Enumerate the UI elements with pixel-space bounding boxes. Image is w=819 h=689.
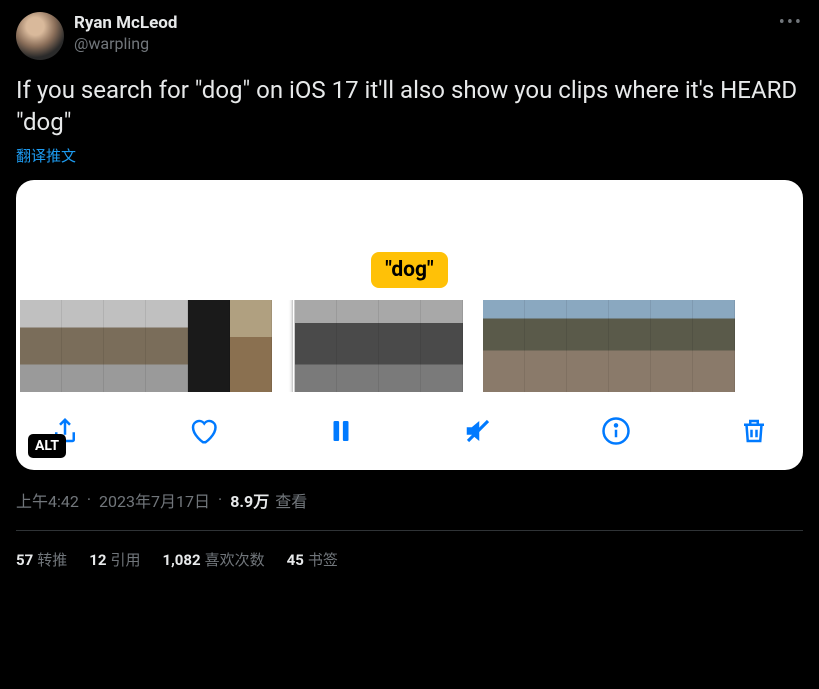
thumbnail-frame bbox=[20, 300, 62, 392]
stat-label: 书签 bbox=[308, 551, 338, 569]
stat-label: 引用 bbox=[110, 551, 140, 569]
video-timeline[interactable] bbox=[16, 300, 803, 392]
video-caption-area: "dog" bbox=[16, 180, 803, 300]
thumbnail-frame bbox=[230, 300, 272, 392]
thumbnail-frame bbox=[146, 300, 188, 392]
stat-count: 45 bbox=[287, 551, 304, 569]
tweet-card: Ryan McLeod @warpling ••• If you search … bbox=[0, 0, 819, 582]
alt-badge[interactable]: ALT bbox=[28, 434, 66, 458]
media-attachment[interactable]: "dog" bbox=[16, 180, 803, 470]
thumbnail-frame bbox=[525, 300, 567, 392]
tweet-time[interactable]: 上午4:42 bbox=[16, 488, 79, 512]
separator: · bbox=[87, 490, 91, 509]
more-icon[interactable]: ••• bbox=[779, 12, 803, 33]
tweet-meta: 上午4:42 · 2023年7月17日 · 8.9万 查看 bbox=[16, 488, 803, 531]
translate-link[interactable]: 翻译推文 bbox=[16, 145, 76, 166]
views-count[interactable]: 8.9万 bbox=[230, 488, 269, 512]
thumbnail-frame bbox=[379, 300, 421, 392]
caption-bubble: "dog" bbox=[371, 252, 447, 288]
clip-group-3[interactable] bbox=[483, 300, 735, 392]
thumbnail-frame bbox=[295, 300, 337, 392]
user-handle: @warpling bbox=[74, 34, 177, 55]
user-info[interactable]: Ryan McLeod @warpling bbox=[74, 12, 177, 55]
views-label: 查看 bbox=[275, 488, 307, 512]
info-icon[interactable] bbox=[599, 414, 633, 448]
tweet-date[interactable]: 2023年7月17日 bbox=[99, 488, 210, 512]
stat-label: 喜欢次数 bbox=[205, 551, 265, 569]
thumbnail-frame bbox=[609, 300, 651, 392]
trash-icon[interactable] bbox=[737, 414, 771, 448]
stat-retweets[interactable]: 57转推 bbox=[16, 549, 67, 570]
thumbnail-frame bbox=[188, 300, 230, 392]
thumbnail-frame bbox=[483, 300, 525, 392]
stat-likes[interactable]: 1,082 喜欢次数 bbox=[162, 549, 264, 570]
thumbnail-frame bbox=[62, 300, 104, 392]
pause-icon[interactable] bbox=[324, 414, 358, 448]
heart-icon[interactable] bbox=[186, 414, 220, 448]
avatar[interactable] bbox=[16, 12, 64, 60]
stat-label: 转推 bbox=[37, 551, 67, 569]
thumbnail-frame bbox=[567, 300, 609, 392]
separator: · bbox=[218, 490, 222, 509]
stat-count: 12 bbox=[89, 551, 106, 569]
stat-count: 1,082 bbox=[162, 551, 200, 569]
thumbnail-frame bbox=[651, 300, 693, 392]
clip-group-1[interactable] bbox=[20, 300, 272, 392]
tweet-text: If you search for "dog" on iOS 17 it'll … bbox=[16, 74, 803, 139]
clip-group-2[interactable] bbox=[292, 300, 463, 392]
stat-count: 57 bbox=[16, 551, 33, 569]
video-controls bbox=[16, 392, 803, 452]
thumbnail-frame bbox=[421, 300, 463, 392]
stat-bookmarks[interactable]: 45书签 bbox=[287, 549, 338, 570]
stat-quotes[interactable]: 12引用 bbox=[89, 549, 140, 570]
tweet-stats: 57转推 12引用 1,082 喜欢次数 45书签 bbox=[16, 549, 803, 570]
mute-icon[interactable] bbox=[461, 414, 495, 448]
thumbnail-frame bbox=[104, 300, 146, 392]
display-name: Ryan McLeod bbox=[74, 12, 177, 34]
thumbnail-frame bbox=[693, 300, 735, 392]
tweet-header: Ryan McLeod @warpling ••• bbox=[16, 12, 803, 60]
thumbnail-frame bbox=[337, 300, 379, 392]
